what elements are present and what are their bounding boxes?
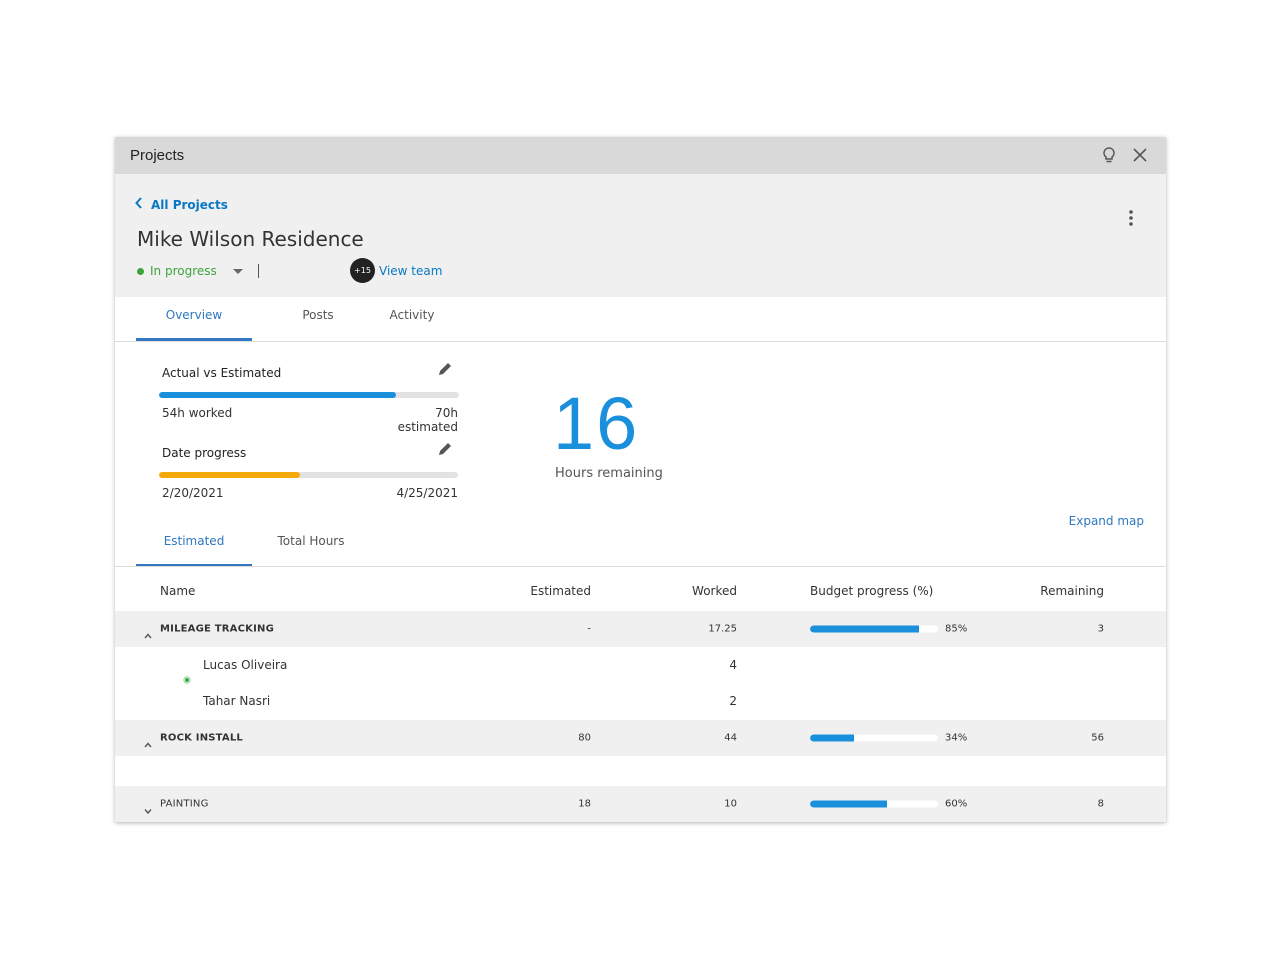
status-dot-icon <box>137 267 144 275</box>
member-name: Tahar Nasri <box>203 694 271 708</box>
chevron-down-icon[interactable] <box>144 800 152 815</box>
column-header-budget-progress: Budget progress (%) <box>810 584 934 598</box>
main-tabs: Overview Posts Activity <box>115 297 1166 342</box>
project-title: Mike Wilson Residence <box>137 227 364 251</box>
status-dropdown[interactable]: In progress <box>137 264 243 278</box>
chevron-up-icon[interactable] <box>144 625 152 639</box>
subtab-total-hours[interactable]: Total Hours <box>271 534 351 548</box>
remaining-value: 8 <box>1097 798 1104 810</box>
budget-progress-fill <box>810 734 854 742</box>
budget-progress-fill <box>810 625 919 633</box>
lightbulb-icon[interactable] <box>1100 146 1118 164</box>
budget-progress-label: 85% <box>945 623 968 635</box>
tab-overview[interactable]: Overview <box>136 308 252 322</box>
remaining-value: 3 <box>1097 623 1104 635</box>
window-title: Projects <box>130 147 185 164</box>
member-name: Lucas Oliveira <box>203 658 288 672</box>
project-header: All Projects Mike Wilson Residence In pr… <box>115 174 1166 297</box>
caret-down-icon <box>232 268 243 274</box>
column-header-worked: Worked <box>692 584 737 598</box>
active-tab-indicator <box>136 338 252 341</box>
budget-progress-bar <box>810 800 938 808</box>
worked-value: 44 <box>724 732 737 744</box>
edit-pencil-icon[interactable] <box>437 361 453 377</box>
estimated-value: - <box>587 623 591 635</box>
column-header-estimated: Estimated <box>530 584 591 598</box>
budget-progress-label: 60% <box>945 798 968 810</box>
worked-value: 10 <box>724 798 737 810</box>
remaining-value: 56 <box>1091 732 1104 744</box>
edit-pencil-icon[interactable] <box>437 441 453 457</box>
hours-remaining-value: 16 <box>553 382 640 465</box>
table-row-group[interactable]: PAINTING 18 10 60% 8 <box>115 786 1166 822</box>
budget-progress-label: 34% <box>945 732 968 744</box>
expand-map-link[interactable]: Expand map <box>1069 514 1144 528</box>
worked-value: 17.25 <box>708 623 737 635</box>
subtab-estimated[interactable]: Estimated <box>136 534 252 548</box>
end-date: 4/25/2021 <box>396 486 458 500</box>
actual-vs-estimated-fill <box>159 392 396 398</box>
actual-vs-estimated-bar <box>159 392 459 398</box>
column-header-remaining: Remaining <box>1040 584 1104 598</box>
title-bar: Projects <box>115 137 1166 174</box>
estimated-value: 80 <box>578 732 591 744</box>
table-row-member: Lucas Oliveira 4 <box>115 647 1166 684</box>
actual-vs-estimated-label: Actual vs Estimated <box>162 366 282 380</box>
table-row-group[interactable]: MILEAGE TRACKING - 17.25 85% 3 <box>115 611 1166 647</box>
kebab-menu-icon[interactable] <box>1128 209 1134 227</box>
budget-progress-bar <box>810 625 938 633</box>
hours-remaining-label: Hours remaining <box>555 466 663 481</box>
worked-value: 2 <box>729 694 737 708</box>
group-name: MILEAGE TRACKING <box>160 623 274 635</box>
tab-activity[interactable]: Activity <box>377 308 447 322</box>
group-name: PAINTING <box>160 798 209 810</box>
tab-posts[interactable]: Posts <box>283 308 353 322</box>
table-row-member: Tahar Nasri 2 <box>115 683 1166 719</box>
column-header-name: Name <box>160 584 196 598</box>
budget-progress-fill <box>810 800 887 808</box>
projects-panel: Projects All Projects Mike Wilson Reside… <box>115 137 1166 822</box>
worked-hours-label: 54h worked <box>162 406 233 420</box>
chevron-up-icon[interactable] <box>144 734 152 748</box>
team-count-avatar[interactable]: +15 <box>350 258 375 283</box>
back-to-all-projects-link[interactable]: All Projects <box>135 197 228 212</box>
date-progress-fill <box>159 472 300 478</box>
status-label: In progress <box>150 264 217 278</box>
back-label: All Projects <box>151 197 228 212</box>
budget-progress-bar <box>810 734 938 742</box>
start-date: 2/20/2021 <box>162 486 224 500</box>
date-progress-bar <box>159 472 458 478</box>
estimated-value: 18 <box>578 798 591 810</box>
estimated-hours-label: 70h estimated <box>397 406 458 434</box>
chevron-left-icon <box>135 197 143 212</box>
divider <box>115 566 1166 567</box>
worked-value: 4 <box>729 658 737 672</box>
close-icon[interactable] <box>1131 146 1149 164</box>
table-row-group[interactable]: ROCK INSTALL 80 44 34% 56 <box>115 720 1166 756</box>
view-team-link[interactable]: View team <box>379 264 442 278</box>
online-status-icon <box>183 669 191 684</box>
date-progress-label: Date progress <box>162 446 247 460</box>
divider <box>258 264 259 278</box>
group-name: ROCK INSTALL <box>160 732 243 744</box>
